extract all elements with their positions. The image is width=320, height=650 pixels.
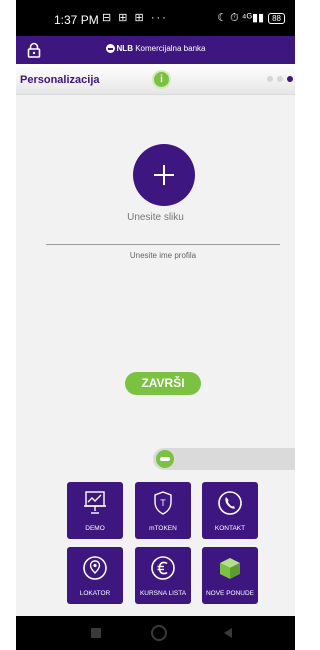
location-pin-icon [83,556,107,580]
profile-name-input[interactable] [46,246,280,264]
battery-icon: 88 [268,12,285,24]
mtoken-label: mTOKEN [149,525,177,532]
euro-icon [151,556,175,580]
status-bar: 1:37 PM ⊟ ⊞ ⊞ ··· ☾ ⏱ ⁴ᴳ▮▮ 88 [16,0,295,36]
phone-icon [218,491,242,515]
kursna-lista-button[interactable]: KURSNA LISTA [135,547,191,604]
shield-token-icon: T [154,491,172,515]
page-dot-1 [267,76,273,82]
svg-text:T: T [160,498,166,508]
kontakt-label: KONTAKT [214,525,246,532]
page-dot-2 [277,76,283,82]
back-icon[interactable] [224,628,232,638]
finish-button[interactable]: ZAVRŠI [125,372,201,395]
screen: 1:37 PM ⊟ ⊞ ⊞ ··· ☾ ⏱ ⁴ᴳ▮▮ 88 NLB Komerc… [16,0,295,650]
demo-button[interactable]: DEMO [67,482,123,539]
left-margin [0,0,16,650]
title-bar: Personalizacija i [16,64,295,95]
gift-box-icon [220,558,240,579]
mtoken-button[interactable]: T mTOKEN [135,482,191,539]
plus-icon [154,165,174,185]
nlb-logo-icon [105,44,115,54]
phone: 1:37 PM ⊟ ⊞ ⊞ ··· ☾ ⏱ ⁴ᴳ▮▮ 88 NLB Komerc… [0,0,303,650]
add-photo-button[interactable] [133,144,195,206]
brand-name-rest: Komercijalna banka [132,44,206,53]
demo-label: DEMO [85,525,105,532]
signal-icons: ☾ ⏱ ⁴ᴳ▮▮ [217,12,265,24]
profile-name-underline [46,244,280,245]
lokator-label: LOKATOR [79,590,111,597]
page-indicator [267,76,293,82]
nove-ponude-button[interactable]: NOVE PONUDE [202,547,258,604]
app-bar: NLB Komercijalna banka [16,36,295,64]
home-icon[interactable] [151,625,167,641]
page-title: Personalizacija [20,74,100,86]
info-button[interactable]: i [152,70,171,89]
drawer-track [153,448,295,470]
notification-icons: ⊟ ⊞ ⊞ ··· [102,12,168,24]
nove-ponude-label: NOVE PONUDE [205,590,255,597]
kontakt-button[interactable]: KONTAKT [202,482,258,539]
bank-logo: NLB Komercijalna banka [16,44,295,54]
lokator-button[interactable]: LOKATOR [67,547,123,604]
page-dot-3 [287,76,293,82]
drawer-toggle-handle[interactable] [156,450,174,468]
presentation-chart-icon [84,491,106,514]
brand-name-bold: NLB [116,44,133,53]
system-navigation-bar [16,616,295,650]
add-photo-label: Unesite sliku [127,212,184,223]
status-time: 1:37 PM [54,13,99,27]
kursna-lista-label: KURSNA LISTA [139,590,187,597]
status-right-icons: ☾ ⏱ ⁴ᴳ▮▮ 88 [217,11,285,25]
recent-apps-icon[interactable] [91,628,101,638]
